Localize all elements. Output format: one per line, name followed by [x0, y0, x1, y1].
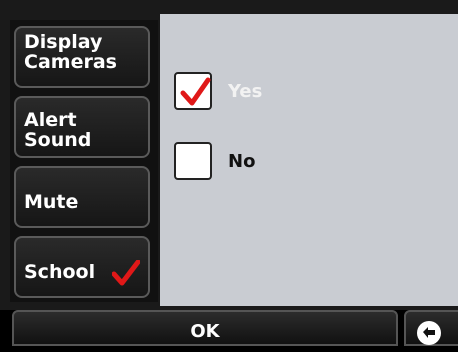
option-yes[interactable]: Yes: [174, 70, 262, 112]
checkbox-no[interactable]: [174, 142, 212, 180]
back-arrow-icon: [417, 321, 441, 345]
sidebar-item-mute[interactable]: Mute: [14, 166, 150, 228]
sidebar-item-label: Display Cameras: [24, 31, 117, 73]
sidebar-item-label: Mute: [24, 191, 79, 213]
sidebar-item-display-cameras[interactable]: Display Cameras: [14, 26, 150, 88]
sidebar-item-alert-sound[interactable]: Alert Sound: [14, 96, 150, 158]
sidebar-item-school[interactable]: School: [14, 236, 150, 298]
ok-button[interactable]: OK: [12, 310, 398, 346]
sidebar-item-label: Alert Sound: [24, 109, 92, 151]
option-no-label: No: [228, 150, 256, 172]
checkbox-yes[interactable]: [174, 72, 212, 110]
checkmark-icon: [180, 77, 211, 106]
option-yes-label: Yes: [228, 80, 263, 102]
options-panel: Yes No: [160, 14, 458, 306]
checkmark-icon: [112, 260, 140, 286]
option-no[interactable]: No: [174, 140, 255, 182]
sidebar-item-label: School: [24, 261, 96, 283]
back-button[interactable]: [404, 310, 458, 346]
